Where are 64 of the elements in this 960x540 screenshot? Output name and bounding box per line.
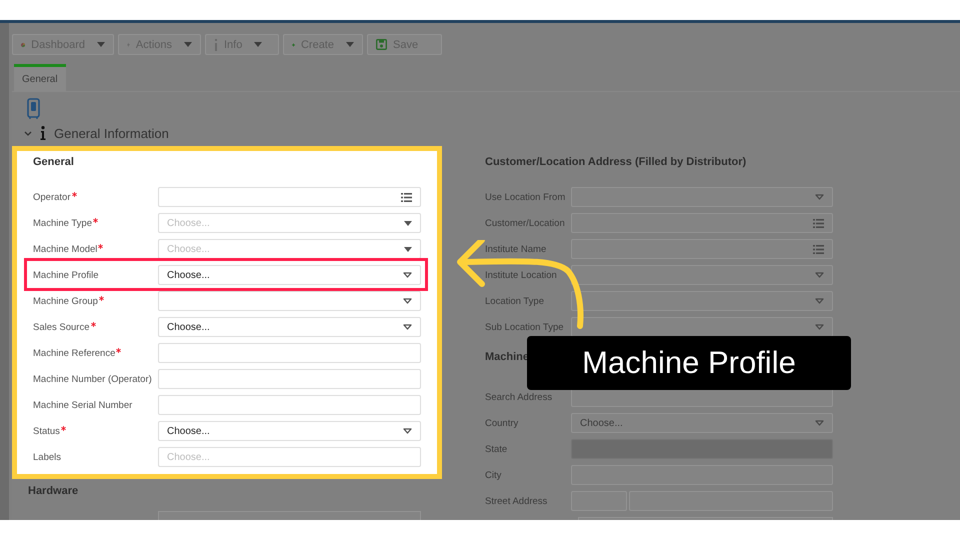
caret-icon <box>97 42 105 47</box>
field-label: State <box>485 444 508 454</box>
field-label: Machine Number (Operator) <box>33 374 152 384</box>
field-label: Country <box>485 418 518 428</box>
field-label: Machine Profile <box>33 270 98 280</box>
caret-icon <box>404 220 412 226</box>
section-heading: Hardware <box>28 485 80 499</box>
dropdown-field[interactable] <box>571 187 833 207</box>
form-title: General <box>33 156 75 170</box>
field-label: Operator <box>33 192 70 202</box>
field-label: Customer/Location <box>485 218 565 228</box>
save-icon <box>376 39 387 50</box>
input-field[interactable]: Choose... <box>158 447 421 467</box>
field-label: Status <box>33 426 60 436</box>
dropdown-field[interactable] <box>571 265 833 285</box>
tab[interactable]: General <box>14 64 66 91</box>
field-label: Machine Reference <box>33 348 116 358</box>
caret-icon <box>815 272 824 278</box>
caption-tooltip: Machine Profile <box>527 336 851 390</box>
field-label: Street Address <box>485 496 548 506</box>
caret-icon <box>254 42 262 47</box>
caret-icon <box>404 246 412 252</box>
caret-icon <box>403 428 412 434</box>
form-title: Customer/Location Address (Filled by Distributor) <box>485 156 748 170</box>
device-icon <box>27 98 40 120</box>
field-label: Sub Location Type <box>485 322 564 332</box>
dropdown-field[interactable]: Choose... <box>158 421 421 441</box>
list-icon <box>813 244 824 254</box>
dropdown-field[interactable]: Choose... <box>158 239 421 259</box>
caret-icon <box>403 272 412 278</box>
list-icon <box>401 192 412 202</box>
chevron-icon[interactable] <box>24 130 32 136</box>
dropdown-field[interactable]: Choose... <box>158 317 421 337</box>
field-label: Use Location From <box>485 192 566 202</box>
dropdown-field[interactable]: Choose... <box>158 213 421 233</box>
list-icon <box>813 218 824 228</box>
section-heading: Machine <box>485 351 530 364</box>
caret-icon <box>815 194 824 200</box>
dropdown-field[interactable] <box>571 317 833 337</box>
caret-icon <box>815 298 824 304</box>
field-label: Machine Model <box>33 244 98 254</box>
lookup-field[interactable] <box>571 213 833 233</box>
dropdown-field[interactable]: Choose... <box>158 265 421 285</box>
field-label: Machine Serial Number <box>33 400 132 410</box>
field-label: Institute Name <box>485 244 546 254</box>
field-label: Search Address <box>485 392 552 402</box>
field-label: Location Type <box>485 296 544 306</box>
field-label: Labels <box>33 452 61 462</box>
section-title: General Information <box>54 126 169 140</box>
field-label: Institute Location <box>485 270 557 280</box>
caret-icon <box>815 420 824 426</box>
dropdown-field[interactable] <box>571 291 833 311</box>
field-label: Machine Type <box>33 218 92 228</box>
info-icon <box>40 126 46 140</box>
lookup-field[interactable] <box>571 239 833 259</box>
caret-icon <box>403 324 412 330</box>
field-label: Sales Source <box>33 322 90 332</box>
dropdown-field[interactable]: Choose... <box>571 413 833 433</box>
caret-icon <box>346 42 354 47</box>
caret-icon <box>403 298 412 304</box>
field-label: Machine Group <box>33 296 98 306</box>
field-label: City <box>485 470 502 480</box>
caret-icon <box>184 42 192 47</box>
caret-icon <box>815 324 824 330</box>
